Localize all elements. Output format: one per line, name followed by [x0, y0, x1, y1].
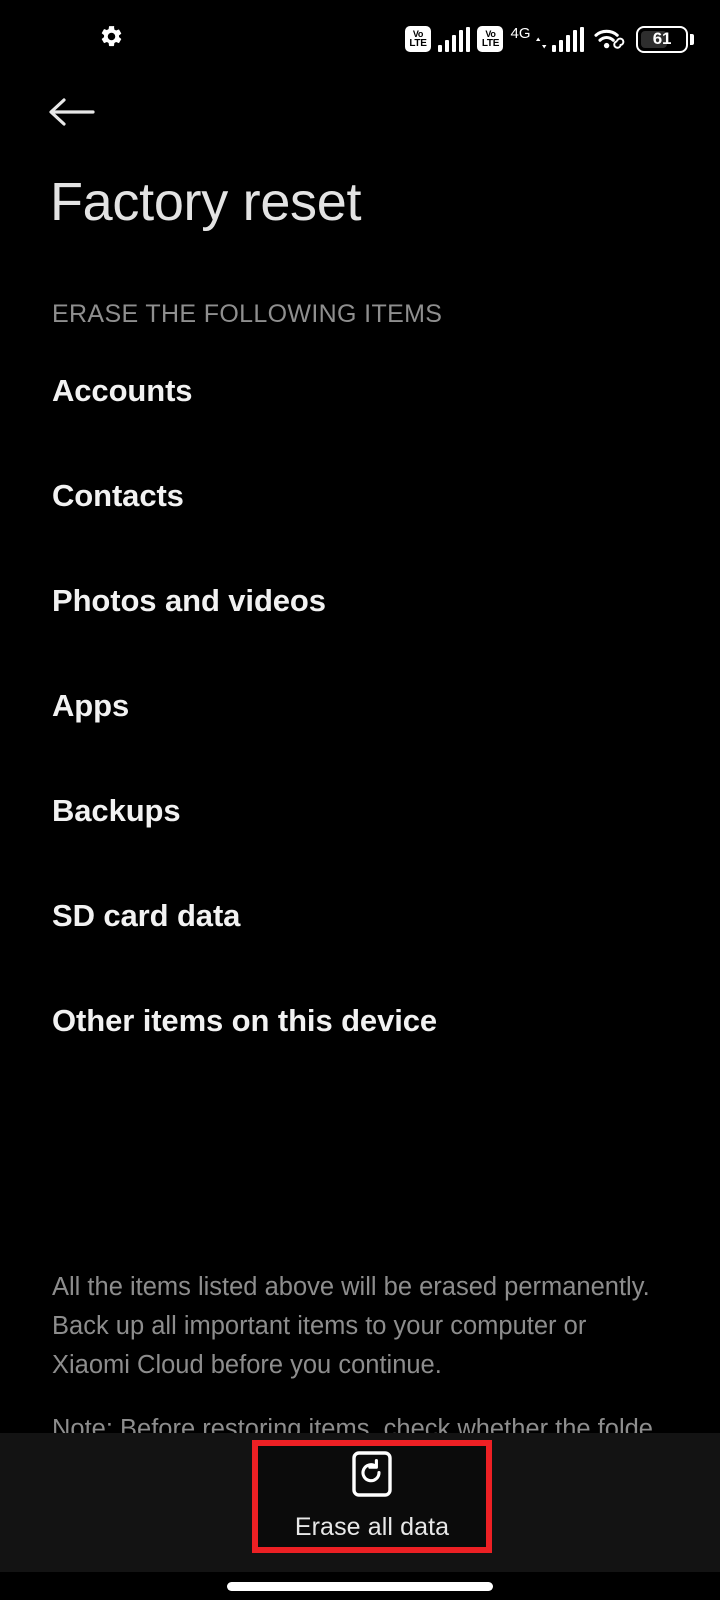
page-title: Factory reset: [50, 172, 362, 232]
gear-icon: [99, 24, 124, 54]
list-item: Contacts: [52, 480, 672, 585]
footer-note-primary: All the items listed above will be erase…: [52, 1273, 650, 1379]
home-indicator[interactable]: [227, 1581, 493, 1591]
battery-icon: 61: [636, 25, 694, 53]
volte-icon-sim1: Vo LTE: [404, 26, 431, 52]
list-item-label-sd-card-data: SD card data: [52, 898, 241, 933]
list-item-label-apps: Apps: [52, 688, 130, 723]
network-type-label: 4G: [510, 25, 531, 42]
mobile-network-indicator: 4G: [510, 26, 584, 52]
list-item-label-photos-and-videos: Photos and videos: [52, 583, 326, 618]
battery-cap: [690, 33, 694, 45]
back-arrow-icon: [47, 95, 95, 134]
footer-notes: All the items listed above will be erase…: [52, 1268, 652, 1449]
list-item-label-accounts: Accounts: [52, 373, 193, 408]
list-item: SD card data: [52, 900, 672, 1005]
status-bar-clock: 4:46 PM: [28, 30, 88, 47]
erase-all-data-label: Erase all data: [294, 1513, 450, 1541]
erase-all-data-button[interactable]: Erase all data: [252, 1440, 492, 1553]
list-item-label-backups: Backups: [52, 793, 181, 828]
list-item: Photos and videos: [52, 585, 672, 690]
restore-reset-icon: [352, 1451, 392, 1502]
volte-icon-sim1-bottom: LTE: [409, 37, 427, 49]
list-item-label-contacts: Contacts: [52, 478, 184, 513]
volte-icon-sim2: Vo LTE: [477, 26, 504, 52]
data-transfer-arrows-icon: [535, 36, 548, 50]
list-item: Accounts: [52, 375, 672, 480]
signal-bars-sim1: [437, 26, 471, 52]
erase-items-list: Accounts Contacts Photos and videos Apps…: [52, 375, 672, 1110]
status-bar: 4:46 PM Vo LTE Vo LTE 4G 61: [0, 0, 720, 78]
list-item: Backups: [52, 795, 672, 900]
list-item: Apps: [52, 690, 672, 795]
status-bar-right: Vo LTE Vo LTE 4G 61: [404, 25, 694, 53]
volte-icon-sim2-bottom: LTE: [481, 37, 500, 49]
list-item: Other items on this device: [52, 1005, 672, 1110]
bottom-action-bar: Erase all data: [0, 1433, 720, 1572]
battery-level-label: 61: [652, 29, 672, 48]
wifi-icon: [593, 26, 627, 52]
back-button[interactable]: [44, 88, 98, 140]
system-navigation-bar: [0, 1572, 720, 1600]
phone-screen: 4:46 PM Vo LTE Vo LTE 4G 61 Factory rese…: [0, 0, 720, 1600]
signal-bars-sim2: [551, 27, 584, 52]
list-item-label-other-items: Other items on this device: [52, 1003, 438, 1038]
section-header: ERASE THE FOLLOWING ITEMS: [52, 300, 443, 328]
status-bar-left: 4:46 PM: [28, 24, 124, 54]
